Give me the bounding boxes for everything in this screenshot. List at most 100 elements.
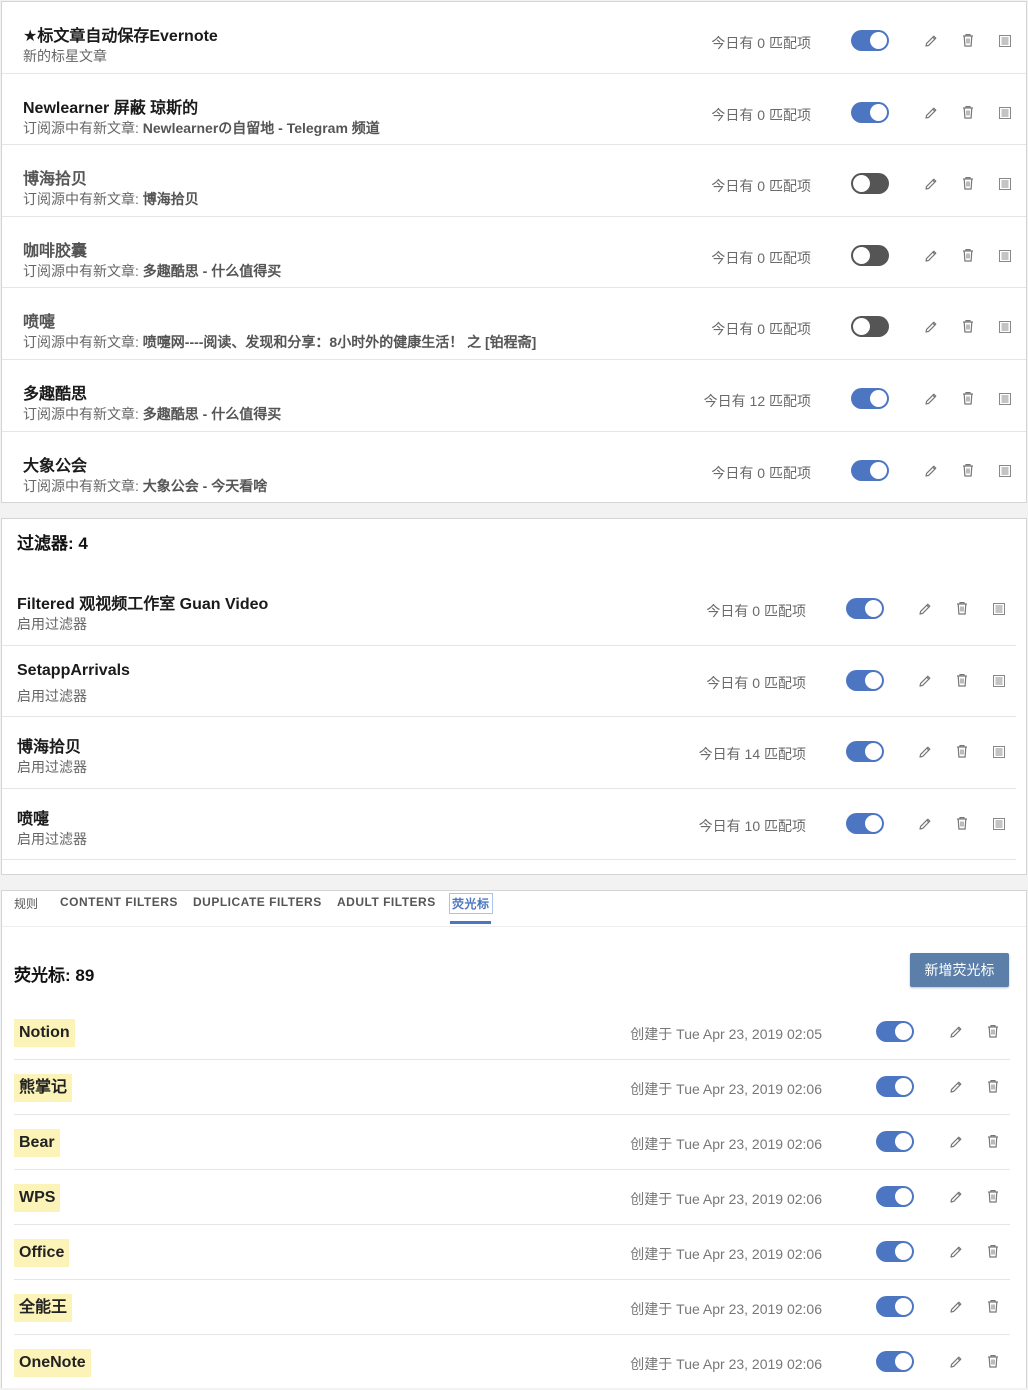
- match-count: 今日有 0 匹配项: [711, 250, 811, 266]
- toggle-knob: [895, 1298, 912, 1315]
- toggle-switch-on[interactable]: [846, 670, 884, 691]
- toggle-switch-on[interactable]: [851, 388, 889, 409]
- edit-icon[interactable]: [923, 33, 939, 49]
- delete-icon[interactable]: [960, 104, 976, 120]
- match-count: 今日有 0 匹配项: [706, 603, 806, 619]
- match-count: 今日有 0 匹配项: [706, 675, 806, 691]
- delete-icon[interactable]: [985, 1243, 1001, 1259]
- edit-icon[interactable]: [948, 1134, 964, 1150]
- log-icon[interactable]: [997, 319, 1013, 335]
- delete-icon[interactable]: [960, 32, 976, 48]
- edit-icon[interactable]: [917, 816, 933, 832]
- log-icon[interactable]: [991, 601, 1007, 617]
- edit-icon[interactable]: [917, 744, 933, 760]
- edit-icon[interactable]: [948, 1079, 964, 1095]
- filter-title: Filtered 观视频工作室 Guan Video: [17, 596, 269, 613]
- delete-icon[interactable]: [960, 390, 976, 406]
- highlight-keyword: Office: [14, 1239, 70, 1267]
- edit-icon[interactable]: [948, 1024, 964, 1040]
- rule-title: Newlearner 屏蔽 琼斯的: [23, 100, 199, 117]
- delete-icon[interactable]: [960, 175, 976, 191]
- tab-bar: 规则 CONTENT FILTERS DUPLICATE FILTERS ADU…: [2, 891, 1026, 927]
- tab-content-filters[interactable]: CONTENT FILTERS: [60, 895, 178, 909]
- match-count: 今日有 14 匹配项: [698, 746, 806, 762]
- edit-icon[interactable]: [948, 1189, 964, 1205]
- toggle-switch-on[interactable]: [851, 30, 889, 51]
- log-icon[interactable]: [997, 176, 1013, 192]
- toggle-switch-on[interactable]: [876, 1241, 914, 1262]
- add-highlight-button[interactable]: 新增荧光标: [910, 953, 1009, 987]
- rule-title: 博海拾贝: [23, 171, 88, 188]
- delete-icon[interactable]: [954, 743, 970, 759]
- log-icon[interactable]: [997, 248, 1013, 264]
- rule-title: 喷嚏: [23, 314, 56, 331]
- log-icon[interactable]: [991, 816, 1007, 832]
- match-count: 今日有 0 匹配项: [711, 465, 811, 481]
- rule-trigger-label: 订阅源中有新文章:: [23, 406, 143, 422]
- log-icon[interactable]: [991, 673, 1007, 689]
- edit-icon[interactable]: [948, 1244, 964, 1260]
- log-icon[interactable]: [997, 463, 1013, 479]
- toggle-knob: [895, 1023, 912, 1040]
- delete-icon[interactable]: [960, 318, 976, 334]
- filter-status: 启用过滤器: [17, 759, 87, 775]
- rule-trigger-label: 订阅源中有新文章:: [23, 191, 143, 207]
- rule-feed-name: Newlearnerの自留地 - Telegram 频道: [142, 120, 380, 136]
- toggle-switch-on[interactable]: [876, 1131, 914, 1152]
- filter-status: 启用过滤器: [17, 688, 87, 704]
- tab-highlights[interactable]: 荧光标: [449, 893, 493, 914]
- delete-icon[interactable]: [985, 1023, 1001, 1039]
- edit-icon[interactable]: [917, 673, 933, 689]
- edit-icon[interactable]: [923, 463, 939, 479]
- delete-icon[interactable]: [985, 1133, 1001, 1149]
- toggle-switch-on[interactable]: [846, 813, 884, 834]
- toggle-switch-on[interactable]: [876, 1021, 914, 1042]
- toggle-switch-on[interactable]: [876, 1076, 914, 1097]
- filter-title: SetappArrivals: [17, 662, 130, 679]
- created-date: 创建于 Tue Apr 23, 2019 02:06: [630, 1081, 822, 1097]
- edit-icon[interactable]: [948, 1354, 964, 1370]
- toggle-knob: [853, 318, 870, 335]
- toggle-switch-on[interactable]: [876, 1351, 914, 1372]
- toggle-switch-on[interactable]: [851, 460, 889, 481]
- delete-icon[interactable]: [985, 1353, 1001, 1369]
- delete-icon[interactable]: [960, 247, 976, 263]
- edit-icon[interactable]: [923, 391, 939, 407]
- toggle-switch-on[interactable]: [846, 741, 884, 762]
- match-count: 今日有 0 匹配项: [711, 321, 811, 337]
- delete-icon[interactable]: [985, 1078, 1001, 1094]
- edit-icon[interactable]: [917, 601, 933, 617]
- edit-icon[interactable]: [923, 176, 939, 192]
- delete-icon[interactable]: [954, 815, 970, 831]
- toggle-switch-off[interactable]: [851, 245, 889, 266]
- toggle-switch-on[interactable]: [876, 1296, 914, 1317]
- toggle-switch-on[interactable]: [846, 598, 884, 619]
- edit-icon[interactable]: [923, 319, 939, 335]
- highlight-row: 熊掌记 创建于 Tue Apr 23, 2019 02:06: [14, 1060, 1010, 1115]
- delete-icon[interactable]: [960, 462, 976, 478]
- toggle-switch-off[interactable]: [851, 316, 889, 337]
- toggle-knob: [895, 1188, 912, 1205]
- tab-adult-filters[interactable]: ADULT FILTERS: [337, 895, 436, 909]
- log-icon[interactable]: [991, 744, 1007, 760]
- highlight-keyword: 全能王: [14, 1294, 73, 1322]
- log-icon[interactable]: [997, 391, 1013, 407]
- tab-rules[interactable]: 规则: [14, 895, 38, 912]
- toggle-switch-on[interactable]: [876, 1186, 914, 1207]
- log-icon[interactable]: [997, 33, 1013, 49]
- delete-icon[interactable]: [985, 1188, 1001, 1204]
- toggle-switch-off[interactable]: [851, 173, 889, 194]
- edit-icon[interactable]: [923, 105, 939, 121]
- tab-duplicate-filters[interactable]: DUPLICATE FILTERS: [193, 895, 322, 909]
- edit-icon[interactable]: [948, 1299, 964, 1315]
- created-date: 创建于 Tue Apr 23, 2019 02:06: [630, 1246, 822, 1262]
- rule-description: 订阅源中有新文章: 喷嚏网----阅读、发现和分享：8小时外的健康生活！ 之 […: [23, 332, 536, 352]
- log-icon[interactable]: [997, 105, 1013, 121]
- edit-icon[interactable]: [923, 248, 939, 264]
- delete-icon[interactable]: [954, 672, 970, 688]
- delete-icon[interactable]: [985, 1298, 1001, 1314]
- rule-feed-name: 喷嚏网----阅读、发现和分享：8小时外的健康生活！ 之 [铂程斋]: [142, 334, 537, 350]
- highlight-row: 全能王 创建于 Tue Apr 23, 2019 02:06: [14, 1280, 1010, 1335]
- toggle-switch-on[interactable]: [851, 102, 889, 123]
- delete-icon[interactable]: [954, 600, 970, 616]
